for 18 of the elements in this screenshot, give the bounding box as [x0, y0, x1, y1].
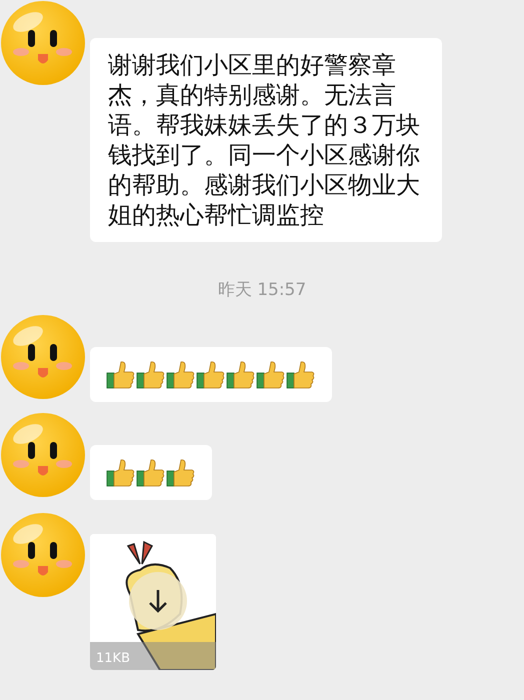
smiley-avatar-icon: [0, 512, 86, 598]
file-size: 11KB: [96, 651, 130, 666]
download-icon[interactable]: [129, 572, 187, 630]
smiley-avatar-icon: [0, 412, 86, 498]
timestamp: 昨天 15:57: [218, 279, 306, 302]
thumbs-up-icon: [166, 360, 196, 390]
thumbs-up-icon: [166, 458, 196, 488]
thumbs-up-icon: [226, 360, 256, 390]
smiley-avatar-icon: [0, 0, 86, 86]
thumbs-up-icon: [256, 360, 286, 390]
thumbs-up-icon: [106, 458, 136, 488]
smiley-avatar-icon: [0, 314, 86, 400]
thumbs-up-icon: [136, 458, 166, 488]
thumbs-up-icon: [286, 360, 316, 390]
thumbs-up-icon: [196, 360, 226, 390]
message-bubble: 谢谢我们小区里的好警察章杰，真的特别感谢。无法言语。帮我妹妹丢失了的３万块钱找到了。同一个小区感谢你的帮助。感谢我们小区物业大姐的热心帮忙调监控: [90, 38, 442, 242]
thumbs-up-icon: [106, 360, 136, 390]
thumbs-up-icon: [136, 360, 166, 390]
